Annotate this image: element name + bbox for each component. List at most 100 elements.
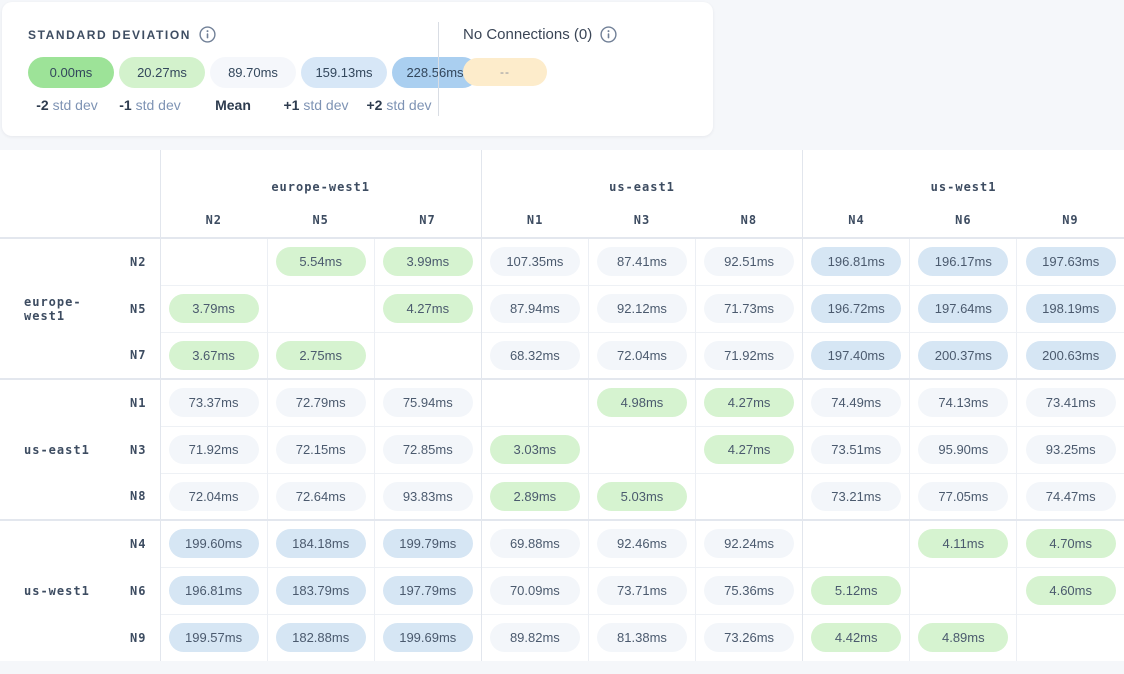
cell-N4-N6[interactable]: 4.11ms [910,520,1017,567]
cell-N9-N6[interactable]: 4.89ms [910,614,1017,661]
latency-pill[interactable]: 197.63ms [1026,247,1116,276]
latency-pill[interactable]: 89.82ms [490,623,580,652]
latency-pill[interactable]: 200.37ms [918,341,1008,370]
cell-N1-N6[interactable]: 74.13ms [910,379,1017,426]
latency-pill[interactable]: 184.18ms [276,529,366,558]
cell-N2-N5[interactable]: 5.54ms [267,238,374,285]
latency-pill[interactable]: 69.88ms [490,529,580,558]
cell-N4-N1[interactable]: 69.88ms [481,520,588,567]
latency-pill[interactable]: 70.09ms [490,576,580,605]
latency-pill[interactable]: 196.72ms [811,294,901,323]
cell-N6-N9[interactable]: 4.60ms [1017,567,1124,614]
latency-pill[interactable]: 92.51ms [704,247,794,276]
latency-pill[interactable]: 3.79ms [169,294,259,323]
cell-N7-N4[interactable]: 197.40ms [803,332,910,379]
cell-N4-N3[interactable]: 92.46ms [588,520,695,567]
info-icon[interactable] [600,26,617,43]
cell-N6-N8[interactable]: 75.36ms [696,567,803,614]
latency-pill[interactable]: 73.41ms [1026,388,1116,417]
latency-pill[interactable]: 182.88ms [276,623,366,652]
latency-pill[interactable]: 196.17ms [918,247,1008,276]
latency-pill[interactable]: 4.27ms [704,435,794,464]
latency-pill[interactable]: 93.83ms [383,482,473,511]
latency-pill[interactable]: 4.27ms [704,388,794,417]
cell-N1-N5[interactable]: 72.79ms [267,379,374,426]
latency-pill[interactable]: 87.94ms [490,294,580,323]
cell-N5-N6[interactable]: 197.64ms [910,285,1017,332]
cell-N9-N8[interactable]: 73.26ms [696,614,803,661]
latency-pill[interactable]: 74.47ms [1026,482,1116,511]
latency-pill[interactable]: 199.69ms [383,623,473,652]
cell-N5-N9[interactable]: 198.19ms [1017,285,1124,332]
cell-N3-N6[interactable]: 95.90ms [910,426,1017,473]
latency-pill[interactable]: 72.04ms [597,341,687,370]
cell-N9-N3[interactable]: 81.38ms [588,614,695,661]
cell-N3-N9[interactable]: 93.25ms [1017,426,1124,473]
cell-N9-N5[interactable]: 182.88ms [267,614,374,661]
cell-N6-N2[interactable]: 196.81ms [160,567,267,614]
cell-N4-N8[interactable]: 92.24ms [696,520,803,567]
cell-N8-N1[interactable]: 2.89ms [481,473,588,520]
latency-pill[interactable]: 2.75ms [276,341,366,370]
cell-N3-N4[interactable]: 73.51ms [803,426,910,473]
latency-pill[interactable]: 73.26ms [704,623,794,652]
cell-N7-N5[interactable]: 2.75ms [267,332,374,379]
latency-pill[interactable]: 196.81ms [169,576,259,605]
cell-N3-N1[interactable]: 3.03ms [481,426,588,473]
latency-pill[interactable]: 4.60ms [1026,576,1116,605]
latency-pill[interactable]: 197.64ms [918,294,1008,323]
latency-pill[interactable]: 73.71ms [597,576,687,605]
cell-N6-N4[interactable]: 5.12ms [803,567,910,614]
latency-pill[interactable]: 3.03ms [490,435,580,464]
latency-pill[interactable]: 81.38ms [597,623,687,652]
cell-N3-N7[interactable]: 72.85ms [374,426,481,473]
cell-N2-N6[interactable]: 196.17ms [910,238,1017,285]
latency-pill[interactable]: 4.98ms [597,388,687,417]
latency-pill[interactable]: 72.85ms [383,435,473,464]
latency-pill[interactable]: 3.67ms [169,341,259,370]
latency-pill[interactable]: 74.49ms [811,388,901,417]
cell-N7-N6[interactable]: 200.37ms [910,332,1017,379]
latency-pill[interactable]: 73.21ms [811,482,901,511]
cell-N4-N2[interactable]: 199.60ms [160,520,267,567]
cell-N7-N8[interactable]: 71.92ms [696,332,803,379]
cell-N2-N9[interactable]: 197.63ms [1017,238,1124,285]
cell-N1-N8[interactable]: 4.27ms [696,379,803,426]
cell-N7-N3[interactable]: 72.04ms [588,332,695,379]
cell-N7-N2[interactable]: 3.67ms [160,332,267,379]
latency-pill[interactable]: 77.05ms [918,482,1008,511]
latency-pill[interactable]: 72.04ms [169,482,259,511]
latency-pill[interactable]: 92.46ms [597,529,687,558]
cell-N8-N6[interactable]: 77.05ms [910,473,1017,520]
latency-pill[interactable]: 199.60ms [169,529,259,558]
latency-pill[interactable]: 4.42ms [811,623,901,652]
cell-N5-N4[interactable]: 196.72ms [803,285,910,332]
cell-N8-N3[interactable]: 5.03ms [588,473,695,520]
cell-N5-N3[interactable]: 92.12ms [588,285,695,332]
latency-pill[interactable]: 198.19ms [1026,294,1116,323]
cell-N6-N1[interactable]: 70.09ms [481,567,588,614]
cell-N3-N8[interactable]: 4.27ms [696,426,803,473]
cell-N8-N9[interactable]: 74.47ms [1017,473,1124,520]
cell-N5-N1[interactable]: 87.94ms [481,285,588,332]
cell-N7-N1[interactable]: 68.32ms [481,332,588,379]
cell-N8-N7[interactable]: 93.83ms [374,473,481,520]
latency-pill[interactable]: 72.15ms [276,435,366,464]
latency-pill[interactable]: 2.89ms [490,482,580,511]
latency-pill[interactable]: 5.03ms [597,482,687,511]
latency-pill[interactable]: 196.81ms [811,247,901,276]
latency-pill[interactable]: 87.41ms [597,247,687,276]
cell-N6-N7[interactable]: 197.79ms [374,567,481,614]
latency-pill[interactable]: 68.32ms [490,341,580,370]
latency-pill[interactable]: 71.92ms [169,435,259,464]
cell-N3-N2[interactable]: 71.92ms [160,426,267,473]
latency-pill[interactable]: 75.36ms [704,576,794,605]
latency-pill[interactable]: 197.79ms [383,576,473,605]
latency-pill[interactable]: 3.99ms [383,247,473,276]
cell-N9-N2[interactable]: 199.57ms [160,614,267,661]
latency-pill[interactable]: 92.24ms [704,529,794,558]
cell-N1-N2[interactable]: 73.37ms [160,379,267,426]
latency-pill[interactable]: 72.64ms [276,482,366,511]
cell-N4-N5[interactable]: 184.18ms [267,520,374,567]
latency-pill[interactable]: 197.40ms [811,341,901,370]
